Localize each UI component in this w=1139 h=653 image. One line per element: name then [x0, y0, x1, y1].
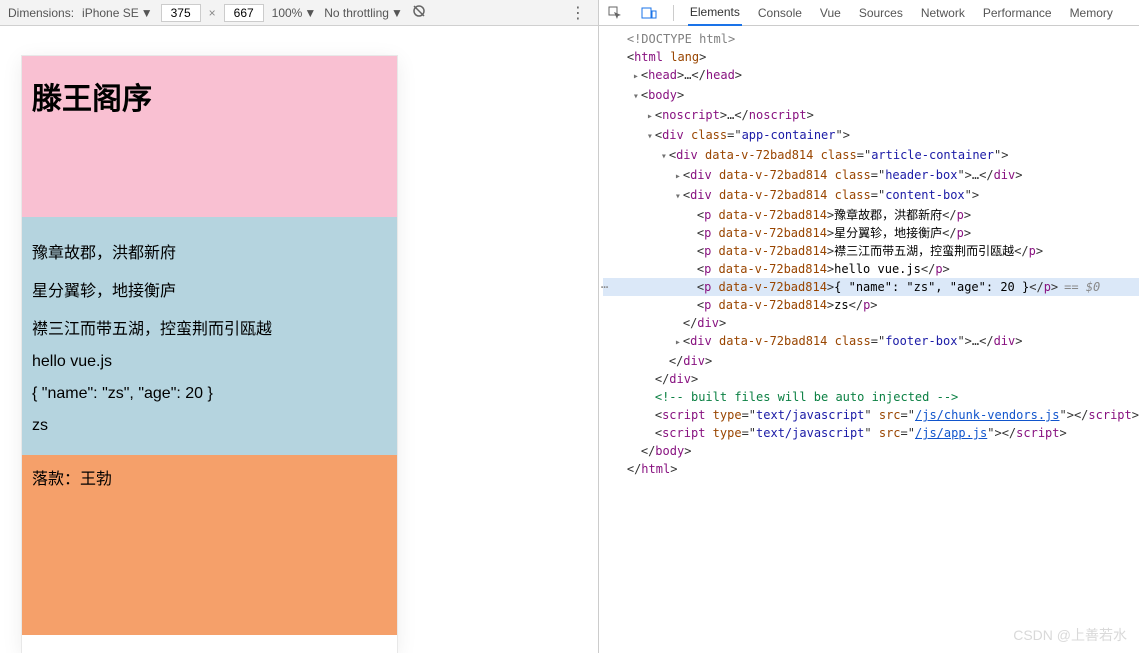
footer-text: 落款：王勃: [32, 471, 112, 488]
paragraph: { "name": "zs", "age": 20 }: [32, 385, 387, 403]
tree-doctype: <!DOCTYPE html>: [627, 32, 735, 46]
throttling-select[interactable]: No throttling▼: [324, 6, 403, 20]
tab-sources[interactable]: Sources: [857, 1, 905, 25]
tab-network[interactable]: Network: [919, 1, 967, 25]
zoom-select[interactable]: 100%▼: [272, 6, 317, 20]
devtools-toolbar: Elements Console Vue Sources Network Per…: [599, 0, 1139, 26]
elements-tree[interactable]: <!DOCTYPE html> <html lang> ▸<head>…</he…: [599, 26, 1139, 653]
tab-elements[interactable]: Elements: [688, 0, 742, 26]
device-frame: 滕王阁序 豫章故郡，洪都新府 星分翼轸，地接衡庐 襟三江而带五湖，控蛮荆而引瓯越…: [22, 56, 397, 653]
paragraph: 襟三江而带五湖，控蛮荆而引瓯越: [32, 315, 387, 339]
device-select[interactable]: iPhone SE▼: [82, 6, 153, 20]
tab-vue[interactable]: Vue: [818, 1, 843, 25]
left-pane: Dimensions: iPhone SE▼ × 100%▼ No thrott…: [0, 0, 599, 653]
height-input[interactable]: [224, 4, 264, 22]
paragraph: 星分翼轸，地接衡庐: [32, 277, 387, 301]
paragraph: 豫章故郡，洪都新府: [32, 239, 387, 263]
chevron-down-icon: ▼: [391, 6, 403, 20]
inspect-icon[interactable]: [605, 3, 625, 23]
tab-memory[interactable]: Memory: [1068, 1, 1115, 25]
tab-console[interactable]: Console: [756, 1, 804, 25]
more-options-icon[interactable]: ⋮: [566, 3, 590, 23]
times-icon: ×: [209, 6, 216, 20]
header-box: 滕王阁序: [22, 56, 397, 217]
article-title: 滕王阁序: [32, 74, 387, 118]
rotate-icon[interactable]: [411, 3, 427, 22]
device-toggle-icon[interactable]: [639, 3, 659, 23]
selected-node[interactable]: ⋯<p data-v-72bad814>{ "name": "zs", "age…: [603, 278, 1139, 296]
chevron-down-icon: ▼: [141, 6, 153, 20]
tab-performance[interactable]: Performance: [981, 1, 1054, 25]
device-toolbar: Dimensions: iPhone SE▼ × 100%▼ No thrott…: [0, 0, 598, 26]
preview-area: 滕王阁序 豫章故郡，洪都新府 星分翼轸，地接衡庐 襟三江而带五湖，控蛮荆而引瓯越…: [0, 26, 598, 653]
width-input[interactable]: [161, 4, 201, 22]
footer-box: 落款：王勃: [22, 455, 397, 635]
right-pane: Elements Console Vue Sources Network Per…: [599, 0, 1139, 653]
content-box: 豫章故郡，洪都新府 星分翼轸，地接衡庐 襟三江而带五湖，控蛮荆而引瓯越 hell…: [22, 217, 397, 455]
dimensions-label: Dimensions:: [8, 6, 74, 20]
chevron-down-icon: ▼: [304, 6, 316, 20]
paragraph: hello vue.js: [32, 353, 387, 371]
paragraph: zs: [32, 417, 387, 435]
